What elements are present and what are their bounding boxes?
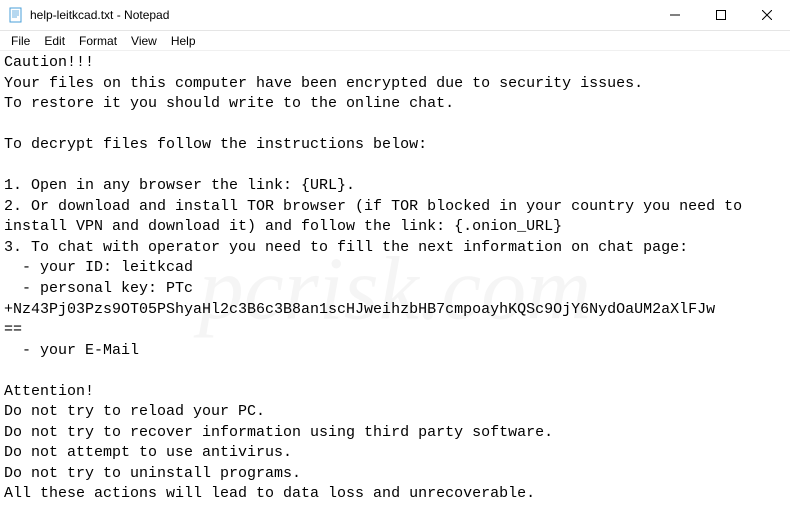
close-button[interactable] (744, 0, 790, 30)
notepad-icon (8, 7, 24, 23)
menu-format[interactable]: Format (72, 32, 124, 50)
menu-view[interactable]: View (124, 32, 164, 50)
menubar: File Edit Format View Help (0, 31, 790, 51)
document-text: Caution!!! Your files on this computer h… (4, 54, 751, 502)
titlebar: help-leitkcad.txt - Notepad (0, 0, 790, 31)
text-content-area[interactable]: pcrisk.comCaution!!! Your files on this … (0, 51, 790, 526)
menu-file[interactable]: File (4, 32, 37, 50)
menu-help[interactable]: Help (164, 32, 203, 50)
maximize-button[interactable] (698, 0, 744, 30)
menu-edit[interactable]: Edit (37, 32, 72, 50)
window-title: help-leitkcad.txt - Notepad (30, 8, 652, 22)
minimize-button[interactable] (652, 0, 698, 30)
window-controls (652, 0, 790, 30)
